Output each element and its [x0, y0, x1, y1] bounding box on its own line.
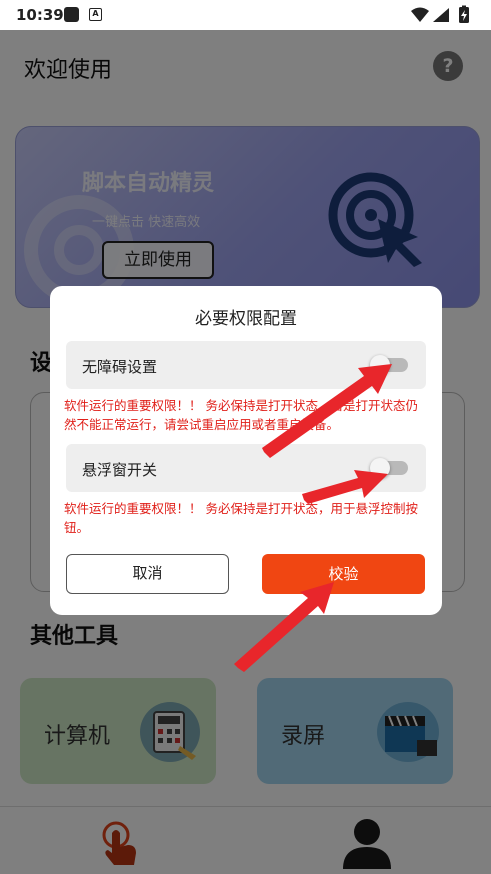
notification-square-icon: [64, 7, 79, 22]
accessibility-permission-row[interactable]: 无障碍设置: [66, 341, 426, 389]
overlay-toggle[interactable]: [370, 458, 410, 478]
accessibility-label: 无障碍设置: [82, 358, 158, 376]
overlay-label: 悬浮窗开关: [82, 461, 158, 479]
accessibility-toggle[interactable]: [370, 355, 410, 375]
toggle-thumb: [370, 458, 390, 478]
status-icons: [411, 5, 469, 23]
signal-icon: [433, 8, 449, 22]
dialog-title: 必要权限配置: [195, 309, 297, 329]
overlay-note: 软件运行的重要权限！！ 务必保持是打开状态，用于悬浮控制按钮。: [64, 501, 418, 535]
permission-dialog: 必要权限配置 无障碍设置 软件运行的重要权限！！ 务必保持是打开状态，若是打开状…: [50, 286, 442, 615]
status-bar: 10:39 A: [0, 0, 491, 30]
overlay-permission-row[interactable]: 悬浮窗开关: [66, 444, 426, 492]
toggle-thumb: [370, 355, 390, 375]
verify-button[interactable]: 校验: [262, 554, 425, 594]
status-time: 10:39: [16, 6, 64, 24]
cancel-button[interactable]: 取消: [66, 554, 229, 594]
wifi-icon: [411, 7, 429, 22]
accessibility-note: 软件运行的重要权限！！ 务必保持是打开状态，若是打开状态仍然不能正常运行，请尝试…: [64, 398, 418, 432]
a-badge-icon: A: [89, 8, 102, 21]
